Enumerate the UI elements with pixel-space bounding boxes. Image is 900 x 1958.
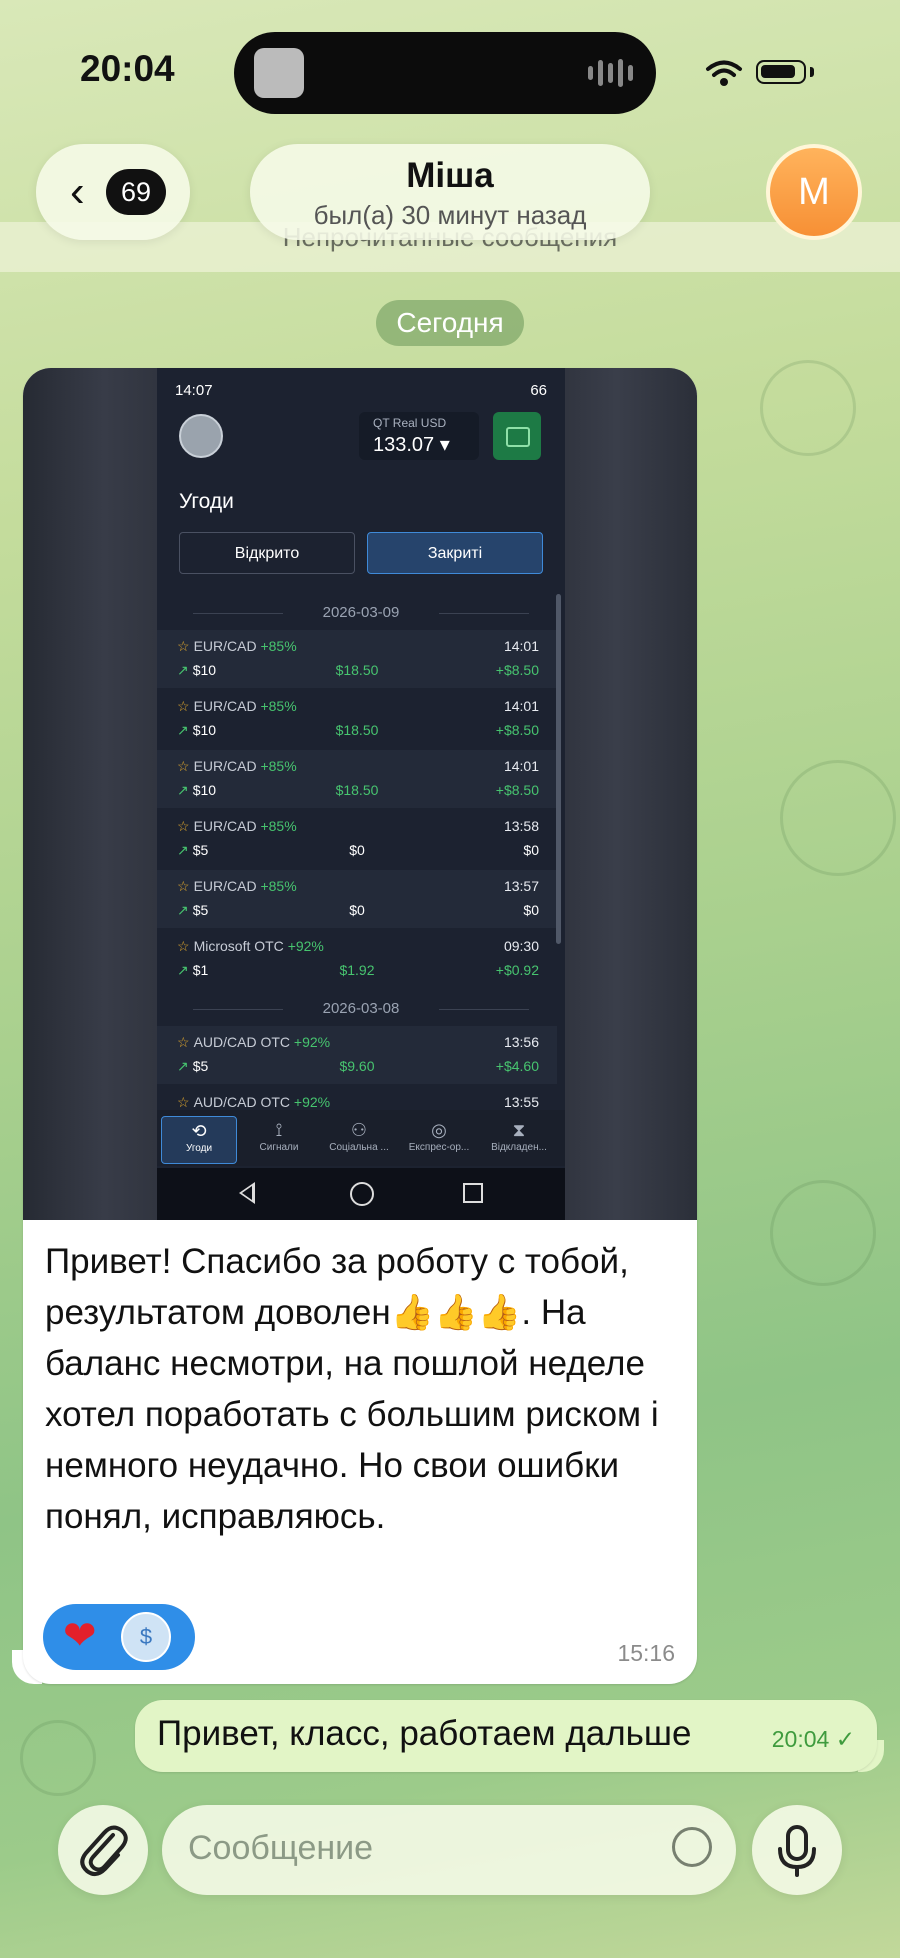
trading-app-screenshot: 14:07 66 QT Real USD 133.07 ▾ Угоди Відк… [157,368,565,1220]
system-back-icon [239,1182,255,1204]
screenshot-status-time: 14:07 [175,382,213,399]
trade-row: ☆ EUR/CAD +85% 14:01 ↗ $10 $18.50 +$8.50 [157,750,557,808]
antenna-icon: ⟟ [275,1120,283,1140]
hourglass-icon: ⧗ [512,1120,526,1140]
screenshot-battery-level: 66 [530,382,547,399]
star-icon: ☆ [177,1094,190,1110]
arrow-up-icon: ↗ [177,662,189,678]
voice-record-button[interactable] [752,1805,842,1895]
trade-row: ☆ AUD/CAD OTC +92% 13:56 ↗ $5 $9.60 +$4.60 [157,1026,557,1084]
screenshot-account-balance: 133.07 ▾ [373,434,450,456]
trade-row: ☆ EUR/CAD +85% 13:57 ↗ $5 $0 $0 [157,870,557,928]
paperclip-icon [80,1825,128,1876]
star-icon: ☆ [177,758,190,774]
read-check-icon: ✓ [835,1726,855,1752]
outgoing-message-text: Привет, класс, работаем дальше [157,1714,692,1753]
screenshot-date-group: 2026-03-08 [157,1000,565,1017]
message-input-placeholder: Сообщение [188,1829,374,1867]
contact-name: Міша [406,156,494,195]
trade-row: ☆ EUR/CAD +85% 13:58 ↗ $5 $0 $0 [177,818,539,858]
target-icon: ◎ [431,1120,447,1140]
outgoing-message-time: 20:04 ✓ [771,1726,855,1752]
battery-tip [810,67,814,77]
trade-row: ☆ EUR/CAD +85% 14:01 ↗ $10 $18.50 +$8.50 [177,698,539,738]
wifi-icon [706,60,742,86]
contact-avatar[interactable]: M [766,144,862,240]
arrow-up-icon: ↗ [177,1058,189,1074]
outgoing-message[interactable]: Привет, класс, работаем дальше 20:04 ✓ [135,1700,877,1772]
reactor-avatar: $ [121,1612,171,1662]
screenshot-tab-open: Відкрито [179,532,355,574]
screenshot-nav-trades: ⟲ Угоди [161,1116,237,1164]
star-icon: ☆ [177,638,190,654]
star-icon: ☆ [177,698,190,714]
screenshot-account-selector: QT Real USD 133.07 ▾ [359,412,479,460]
screenshot-nav-express: ◎ Експрес-ор... [401,1116,477,1164]
date-separator: Сегодня [376,300,524,346]
incoming-message[interactable]: 14:07 66 QT Real USD 133.07 ▾ Угоди Відк… [23,368,697,1684]
microphone-icon [778,1825,816,1877]
unread-count-badge: 69 [106,169,166,215]
screenshot-system-nav [157,1168,565,1220]
arrow-up-icon: ↗ [177,962,189,978]
trade-row: ☆ AUD/CAD OTC +92% 13:55 [177,1094,539,1110]
screenshot-nav-social: ⚇ Соціальна ... [321,1116,397,1164]
screenshot-date-group: 2026-03-09 [157,604,565,621]
star-icon: ☆ [177,1034,190,1050]
system-home-icon [350,1182,374,1206]
wallpaper-doodle [770,1180,876,1286]
wallpaper-doodle [780,760,896,876]
back-button[interactable]: ‹ 69 [36,144,190,240]
status-time: 20:04 [80,48,175,89]
system-recents-icon [463,1183,483,1203]
wallpaper-doodle [760,360,856,456]
star-icon: ☆ [177,818,190,834]
arrow-up-icon: ↗ [177,722,189,738]
screenshot-account-label: QT Real USD [373,416,447,430]
incoming-message-text: Привет! Спасибо за роботу с тобой, резул… [45,1242,659,1536]
heart-icon: ❤ [63,1614,97,1658]
chat-title[interactable]: Міша был(а) 30 минут назад [250,144,650,240]
now-playing-thumbnail [254,48,304,98]
arrow-up-icon: ↗ [177,902,189,918]
star-icon: ☆ [177,938,190,954]
screenshot-bottom-nav: ⟲ Угоди ⟟ Сигнали ⚇ Соціальна ... ◎ Експрес-… [157,1110,565,1166]
people-icon: ⚇ [350,1120,368,1140]
message-input[interactable]: Сообщение [162,1805,736,1895]
screenshot-nav-signals: ⟟ Сигнали [241,1116,317,1164]
wallet-icon [493,412,541,460]
attach-button[interactable] [58,1805,148,1895]
wallpaper-doodle [20,1720,96,1796]
incoming-message-time: 15:16 [617,1640,675,1666]
battery-icon [756,60,806,84]
dynamic-island[interactable] [234,32,656,114]
sticker-icon[interactable] [672,1827,712,1867]
chevron-left-icon: ‹ [70,167,85,216]
screenshot-scrollbar [556,594,561,944]
history-icon: ⟲ [191,1121,207,1141]
screenshot-nav-pending: ⧗ Відкладен... [481,1116,557,1164]
reaction-badge[interactable]: ❤ $ [43,1604,195,1670]
audio-wave-icon [588,58,634,88]
contact-last-seen: был(а) 30 минут назад [313,200,587,230]
trade-row: ☆ Microsoft OTC +92% 09:30 ↗ $1 $1.92 +$0.… [177,938,539,978]
arrow-up-icon: ↗ [177,782,189,798]
screenshot-screen-title: Угоди [179,490,234,513]
screenshot-tab-closed: Закриті [367,532,543,574]
arrow-up-icon: ↗ [177,842,189,858]
trade-row: ☆ EUR/CAD +85% 14:01 ↗ $10 $18.50 +$8.50 [157,630,557,688]
attached-screenshot[interactable]: 14:07 66 QT Real USD 133.07 ▾ Угоди Відк… [23,368,697,1220]
star-icon: ☆ [177,878,190,894]
screenshot-profile-avatar [179,414,223,458]
